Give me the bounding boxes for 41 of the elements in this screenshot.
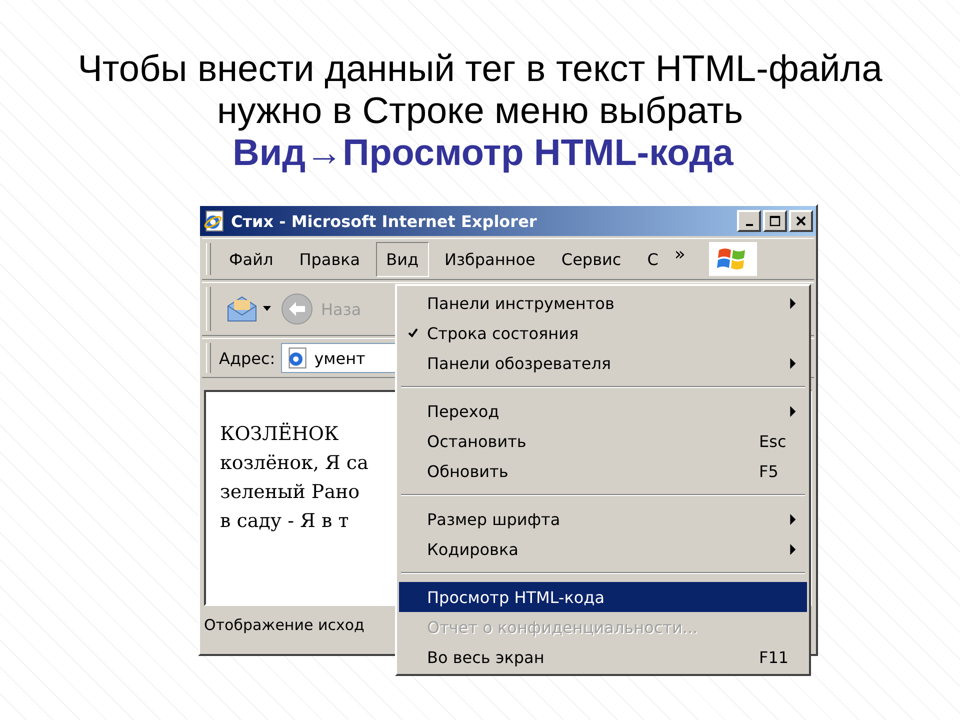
menu-path-text: Вид→Просмотр HTML-кода [232,132,734,174]
poem-line: КОЗЛЁНОК [220,422,339,447]
poem-line: в саду - Я в т [220,509,349,534]
minimize-button[interactable] [737,210,761,232]
maximize-icon [769,215,781,227]
close-button[interactable] [789,210,813,232]
more-menus-button[interactable]: » [674,244,686,264]
menu-item[interactable]: Во весь экран F11 [399,642,807,672]
menu-bar-item[interactable]: Сервис [551,242,632,276]
menu-bar-item[interactable]: С [637,242,668,276]
check-icon [408,328,418,338]
menu-bar-item[interactable]: Файл [219,242,284,276]
menu-item[interactable]: Обновить F5 [399,456,807,486]
menu-item[interactable]: Размер шрифта [399,504,807,534]
menu-bar-item[interactable]: Избранное [434,242,546,276]
poem-line: козлёнок, Я са [220,451,368,476]
heading-line: нужно в Строке меню выбрать [216,90,744,132]
maximize-button[interactable] [763,210,787,232]
caret-icon[interactable] [263,306,271,312]
minimize-icon [746,224,752,226]
window-title: Стих - Microsoft Internet Explorer [231,212,538,230]
submenu-arrow-icon [790,406,797,416]
browser-icon [203,210,225,232]
menu-bar-item[interactable]: Правка [289,242,370,276]
submenu-arrow-icon [790,298,797,308]
poem-line: зеленый Рано [220,480,360,505]
menu-bar-item[interactable]: Вид [376,242,429,276]
address-label: Адрес: [219,348,276,368]
heading-line: Чтобы внести данный тег в текст HTML-файла [78,48,882,90]
submenu-arrow-icon [790,514,797,524]
menu-item[interactable]: Переход [399,396,807,426]
close-icon [795,215,807,227]
menu-item[interactable]: Остановить Esc [399,426,807,456]
flag-logo-icon [709,242,758,276]
submenu-arrow-icon [790,544,797,554]
status-bar-text: Отображение исход [204,616,364,634]
page-icon [286,347,308,369]
menu-item[interactable]: Панели инструментов [399,288,807,318]
menu-item[interactable]: Кодировка [399,534,807,564]
menu-item[interactable]: Просмотр HTML-кода [399,582,807,612]
submenu-arrow-icon [790,358,797,368]
